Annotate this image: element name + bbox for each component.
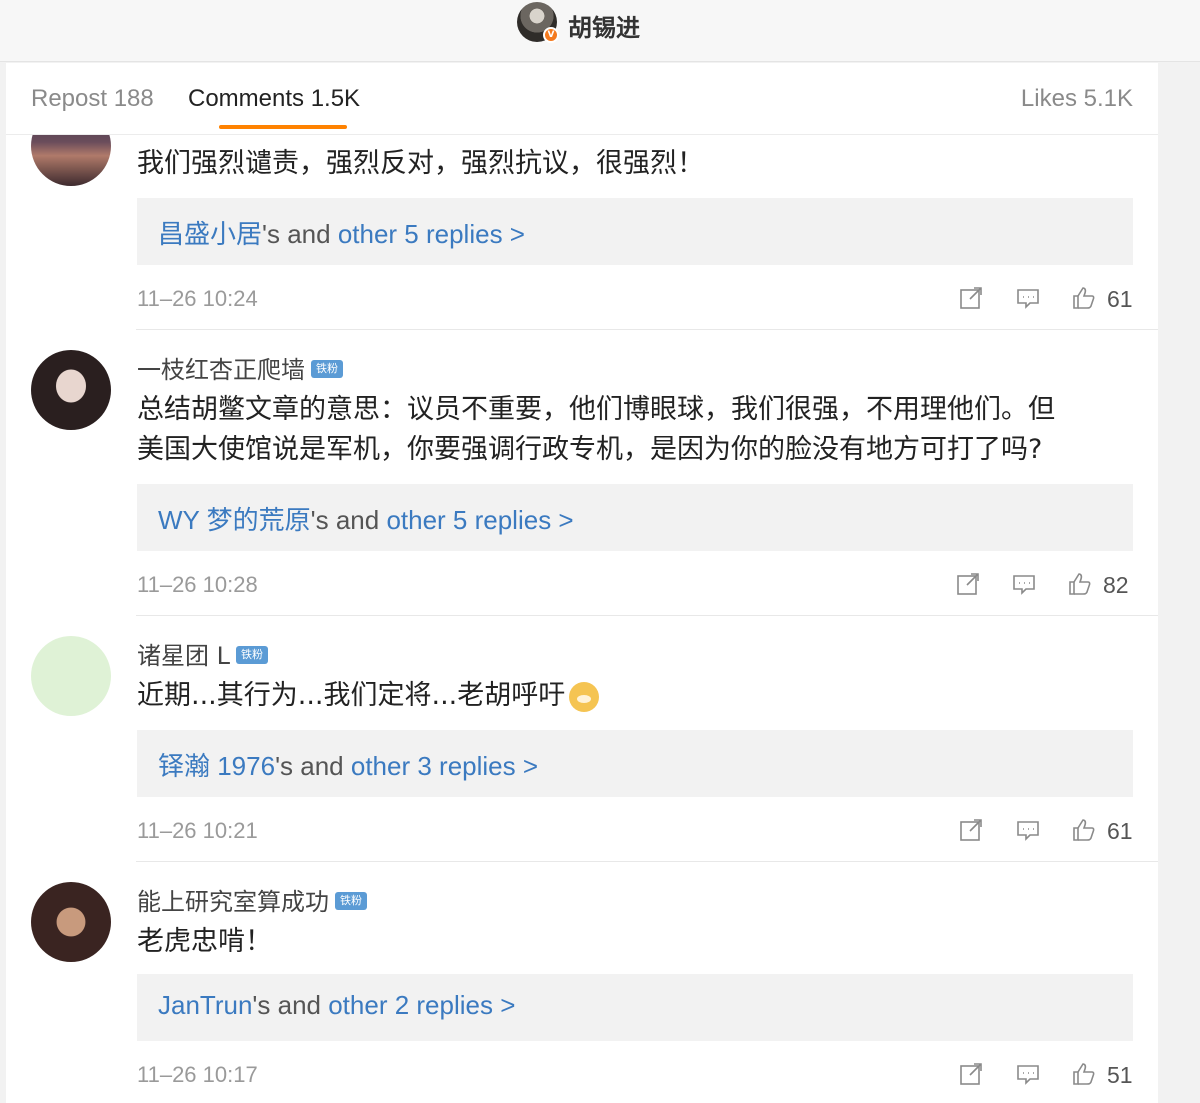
- comment-icon[interactable]: [1014, 284, 1042, 312]
- avatar[interactable]: [31, 882, 111, 962]
- username-text: 能上研究室算成功: [137, 888, 329, 916]
- reply-connector: 's and: [310, 505, 387, 535]
- reply-more-link[interactable]: other 2 replies >: [328, 990, 515, 1020]
- comment-username[interactable]: 一枝红杏正爬墙 铁粉: [137, 350, 343, 385]
- share-icon[interactable]: [957, 816, 985, 844]
- reply-more-link[interactable]: other 5 replies >: [338, 219, 525, 249]
- divider: [136, 861, 1158, 862]
- active-tab-indicator: [219, 125, 347, 129]
- doge-emoji-icon: [569, 681, 600, 712]
- replies-preview[interactable]: WY 梦的荒原's and other 5 replies >: [137, 484, 1133, 551]
- avatar[interactable]: [31, 636, 111, 716]
- share-icon[interactable]: [957, 1060, 985, 1088]
- reply-first-user[interactable]: 铎瀚 1976: [158, 751, 275, 781]
- fan-badge: 铁粉: [311, 360, 343, 378]
- reply-connector: 's and: [275, 751, 351, 781]
- comment-text-content: 近期...其行为...我们定将...老胡呼吁: [137, 680, 566, 711]
- share-icon[interactable]: [954, 570, 982, 598]
- comments-card: Repost 188 Comments 1.5K Likes 5.1K 我们强烈…: [6, 63, 1158, 1103]
- top-bar: V 胡锡进: [0, 0, 1200, 62]
- fan-badge: 铁粉: [335, 892, 367, 910]
- tab-repost[interactable]: Repost 188: [31, 85, 154, 113]
- tab-bar: Repost 188 Comments 1.5K Likes 5.1K: [6, 63, 1158, 135]
- comment-time: 11–26 10:17: [137, 1062, 258, 1087]
- username-text: 诸星团 L: [137, 642, 230, 670]
- reply-connector: 's and: [252, 990, 329, 1020]
- username-text: 一枝红杏正爬墙: [137, 356, 305, 384]
- comment-text: 老虎忠啃！: [137, 926, 272, 957]
- comment-icon[interactable]: [1014, 816, 1042, 844]
- verified-badge: V: [543, 27, 559, 43]
- thumbs-up-icon[interactable]: [1066, 570, 1094, 598]
- comment-time: 11–26 10:24: [137, 286, 258, 311]
- tab-likes[interactable]: Likes 5.1K: [1021, 85, 1133, 113]
- divider: [136, 615, 1158, 616]
- thumbs-up-icon[interactable]: [1070, 284, 1098, 312]
- tab-comments[interactable]: Comments 1.5K: [188, 85, 360, 113]
- comment-username[interactable]: 能上研究室算成功 铁粉: [137, 882, 367, 917]
- fan-badge: 铁粉: [236, 646, 268, 664]
- comment-text-line: 美国大使馆说是军机，你要强调行政专机，是因为你的脸没有地方可打了吗?: [137, 434, 1043, 465]
- reply-connector: 's and: [262, 219, 338, 249]
- replies-preview[interactable]: 铎瀚 1976's and other 3 replies >: [137, 730, 1133, 797]
- like-count: 61: [1107, 286, 1133, 312]
- reply-first-user[interactable]: 昌盛小居: [158, 219, 262, 249]
- replies-preview[interactable]: 昌盛小居's and other 5 replies >: [137, 198, 1133, 265]
- comment-time: 11–26 10:28: [137, 572, 258, 597]
- share-icon[interactable]: [957, 284, 985, 312]
- reply-first-user[interactable]: WY 梦的荒原: [158, 505, 311, 535]
- like-count: 82: [1103, 572, 1129, 598]
- like-count: 61: [1107, 818, 1133, 844]
- reply-more-link[interactable]: other 5 replies >: [386, 505, 573, 535]
- comment-username[interactable]: 诸星团 L 铁粉: [137, 636, 268, 671]
- comment-time: 11–26 10:21: [137, 818, 258, 843]
- replies-preview[interactable]: JanTrun's and other 2 replies >: [137, 974, 1133, 1041]
- like-count: 51: [1107, 1062, 1133, 1088]
- reply-first-user[interactable]: JanTrun: [158, 990, 252, 1020]
- comment-text: 总结胡鳖文章的意思：议员不重要，他们博眼球，我们很强，不用理他们。但 美国大使馆…: [137, 390, 1137, 470]
- comment-text: 近期...其行为...我们定将...老胡呼吁: [137, 676, 1137, 716]
- divider: [136, 329, 1158, 330]
- thumbs-up-icon[interactable]: [1070, 1060, 1098, 1088]
- right-gutter: [1158, 63, 1200, 1103]
- avatar[interactable]: [31, 350, 111, 430]
- comment-text: 我们强烈谴责，强烈反对，强烈抗议，很强烈！: [137, 148, 704, 179]
- comment-text-line: 总结胡鳖文章的意思：议员不重要，他们博眼球，我们很强，不用理他们。但: [137, 394, 1055, 425]
- reply-more-link[interactable]: other 3 replies >: [351, 751, 538, 781]
- thumbs-up-icon[interactable]: [1070, 816, 1098, 844]
- account-name[interactable]: 胡锡进: [568, 8, 640, 43]
- comment-icon[interactable]: [1014, 1060, 1042, 1088]
- comment-icon[interactable]: [1010, 570, 1038, 598]
